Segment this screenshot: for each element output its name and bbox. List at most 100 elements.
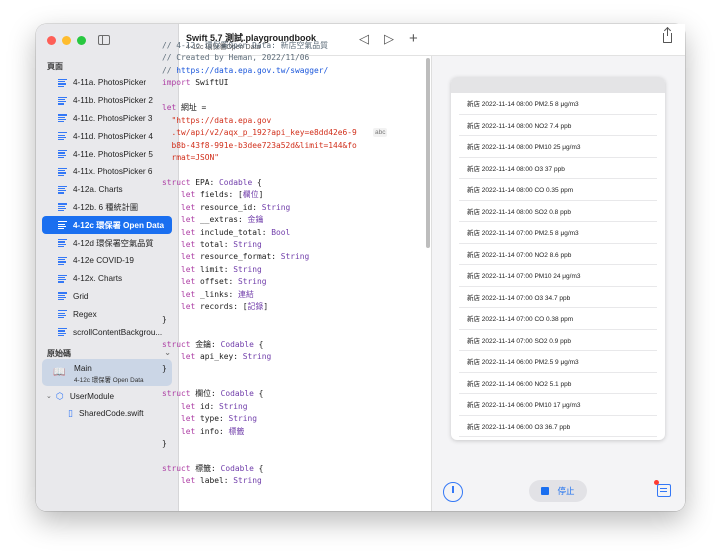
code-token: limit: [195,264,234,274]
code-token: 連結 [238,289,254,299]
editor-scrollbar[interactable] [426,58,430,248]
page-icon [58,78,67,87]
code-token: id: [195,401,220,411]
code-line: let type: String [162,413,387,425]
sidebar-page-item[interactable]: 4-12x. Charts [42,270,172,288]
zoom-window-button[interactable] [77,36,86,45]
console-icon[interactable] [657,484,671,497]
user-module-item[interactable]: ⌄ ⬡ UserModule [46,388,114,404]
code-token: b8b-43f8-991e-b3dee723a52d&limit=144&fo [162,140,357,150]
page-icon [58,150,67,159]
code-line: } [162,363,387,375]
pages-list: 4-11a. PhotosPicker 4-11b. PhotosPicker 2… [42,74,172,341]
code-line: let _links: 連結 [162,289,387,301]
sidebar-page-item[interactable]: scrollContentBackgrou... [42,323,172,341]
code-token: struct [162,389,191,399]
code-token: let [181,401,196,411]
code-token: 標籤: [190,463,221,473]
sidebar-page-item[interactable]: 4-11c. PhotosPicker 3 [42,110,172,128]
air-quality-row: 新店 2022-11-14 08:00 CO 0.35 ppm [459,179,657,201]
device-top-bar [451,77,665,93]
code-line: struct 標籤: Codable { [162,463,387,475]
share-icon[interactable] [663,28,672,43]
code-token: String [261,202,291,212]
source-header-label: 原始碼 [47,349,71,358]
sidebar-page-label: 4-12b. 6 種統計圖 [73,203,139,213]
code-token: api_key: [195,351,243,361]
code-token: let [181,289,196,299]
code-line: struct EPA: Codable { [162,177,387,189]
code-token: __extras: [195,215,248,225]
disclosure-down-icon[interactable]: ⌄ [46,392,56,400]
pages-section-header[interactable]: 頁面 [47,61,171,72]
code-token: ] [258,190,264,200]
stop-icon [541,487,550,495]
code-token: String [228,414,258,424]
code-line: .tw/api/v2/aqx_p_192?api_key=e8dd42e6-9 [162,127,387,139]
air-quality-row: 新店 2022-11-14 08:00 NO2 7.4 ppb [459,115,657,136]
sidebar-page-label: 4-11x. PhotosPicker 6 [73,167,153,177]
sidebar-page-item[interactable]: Regex [42,305,172,323]
sidebar-page-item[interactable]: 4-12c 環保署 Open Data [42,216,172,235]
code-token: let [181,227,196,237]
sidebar-page-item[interactable]: 4-11d. PhotosPicker 4 [42,127,172,145]
sidebar-page-item[interactable]: 4-12a. Charts [42,181,172,199]
code-line: let 網址 = [162,102,387,114]
sidebar-page-item[interactable]: Grid [42,288,172,306]
air-quality-row: 新店 2022-11-14 08:00 SO2 0.8 ppb [459,201,657,222]
air-quality-list[interactable]: 新店 2022-11-14 08:00 PM2.5 8 μg/m3 新店 2022… [459,93,657,440]
page-icon [58,114,67,123]
code-token: include_total: [195,227,272,237]
stop-button[interactable]: 停止 [529,480,587,502]
code-token: let [181,252,196,262]
source-section-header[interactable]: 原始碼 ⌄ [47,348,171,359]
sidebar-page-item[interactable]: 4-11e. PhotosPicker 5 [42,145,172,163]
code-token: SwiftUI [190,78,229,88]
sidebar-page-item[interactable]: 4-12d 環保署空氣品質 [42,234,172,252]
air-quality-row: 新店 2022-11-14 08:00 PM10 25 μg/m3 [459,136,657,158]
code-line: struct 金鑰: Codable { [162,339,387,351]
page-icon [58,274,67,283]
code-token: let [181,277,196,287]
code-token: } [162,364,167,374]
code-editor[interactable]: // 4-12c 環保署Open Data: 新店空氣品質 // Created … [162,40,387,488]
sidebar-page-item[interactable]: 4-11b. PhotosPicker 2 [42,92,172,110]
speedometer-icon[interactable] [443,482,463,502]
sidebar-page-label: 4-12x. Charts [73,274,123,284]
shared-code-file-item[interactable]: ▯ SharedCode.swift [68,405,144,421]
sidebar-page-item[interactable]: 4-12e COVID-19 [42,252,172,270]
code-token: .tw/api/v2/aqx_p_192?api_key=e8dd42e6-9 [162,128,357,138]
code-token: resource_format: [195,252,281,262]
sidebar-toggle-icon[interactable] [98,35,110,45]
code-token: String [242,351,272,361]
code-line: let id: String [162,401,387,413]
sidebar-page-item[interactable]: 4-11x. PhotosPicker 6 [42,163,172,181]
code-token: Bool [271,227,291,237]
code-token: type: [195,414,229,424]
minimize-window-button[interactable] [62,36,71,45]
code-line: let resource_format: String [162,251,387,263]
sidebar-page-label: 4-11b. PhotosPicker 2 [73,96,153,106]
code-line: rmat=JSON" [162,152,387,164]
sidebar-page-item[interactable]: 4-12b. 6 種統計圖 [42,199,172,217]
sidebar-page-label: 4-12d 環保署空氣品質 [73,239,154,249]
close-window-button[interactable] [47,36,56,45]
code-token: Codable [220,339,254,349]
code-token: struct [162,177,191,187]
code-token: offset: [195,277,239,287]
source-main-item[interactable]: 📖 Main 4-12c 環保署 Open Data [42,359,172,386]
code-token: 網址 = [176,103,207,113]
add-page-button[interactable]: + [409,31,418,46]
code-token: resource_id: [195,202,262,212]
sidebar-page-item[interactable]: 4-11a. PhotosPicker [42,74,172,92]
code-token: let [181,240,196,249]
page-icon [58,221,67,230]
shared-code-label: SharedCode.swift [78,408,144,418]
